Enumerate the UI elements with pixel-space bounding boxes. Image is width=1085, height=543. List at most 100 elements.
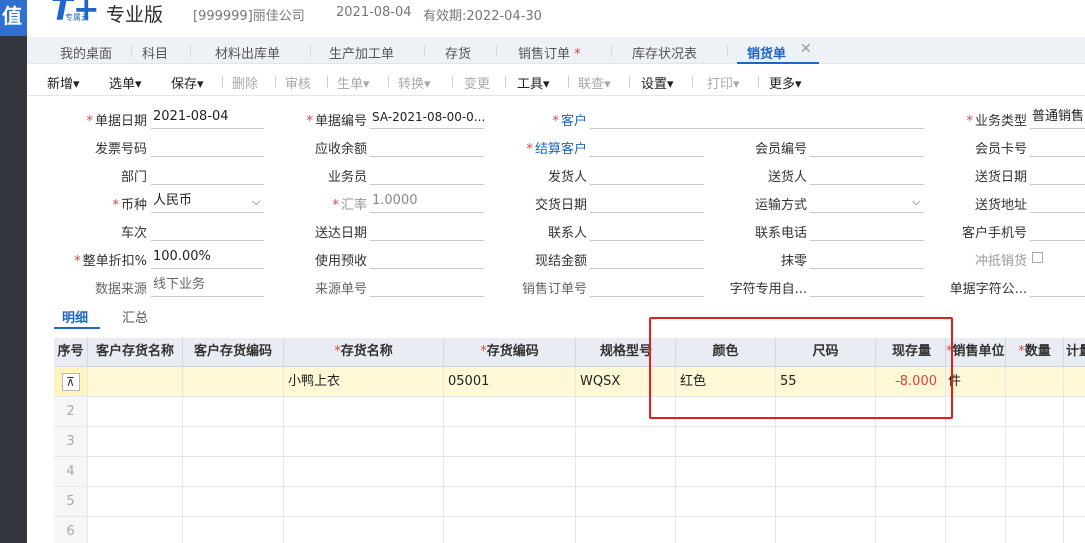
chevron-down-icon[interactable]: ⌵ [912,195,920,209]
table-cell[interactable] [284,517,444,543]
invoice-no-field[interactable] [151,135,264,157]
member-card-field[interactable] [1030,135,1085,157]
more-button[interactable]: 更多▾ [769,73,802,92]
table-cell[interactable] [776,397,876,427]
shipper-field[interactable] [590,163,704,185]
close-icon[interactable]: ✕ [800,41,812,57]
customer-label[interactable]: * 客户 [552,110,587,129]
biz-type-field[interactable]: 普通销售 [1030,107,1085,129]
table-cell[interactable] [183,517,284,543]
col-size[interactable]: 尺码 [776,338,876,367]
table-cell[interactable] [1006,487,1064,517]
dept-field[interactable] [151,163,264,185]
table-cell[interactable] [88,517,183,543]
table-cell[interactable] [776,517,876,543]
tab-inventory[interactable]: 存货 [445,43,471,62]
col-inv-code[interactable]: *存货编码 [444,338,576,367]
cell-calc[interactable] [1064,367,1085,397]
save-button[interactable]: 保存▾ [171,73,204,92]
col-sales-unit[interactable]: *销售单位 [946,338,1006,367]
tab-production[interactable]: 生产加工单 [329,43,394,62]
deliverer-field[interactable] [810,163,924,185]
cell-inv-code[interactable]: 05001 [444,367,576,397]
doc-date-field[interactable]: 2021-08-04 [151,107,264,129]
cell-cust-inv-name[interactable] [88,367,183,397]
table-cell[interactable] [946,457,1006,487]
table-cell[interactable] [444,457,576,487]
table-cell[interactable] [1006,457,1064,487]
tab-summary[interactable]: 汇总 [122,307,148,326]
table-cell[interactable] [676,487,776,517]
table-cell[interactable] [946,517,1006,543]
rate-field[interactable]: 1.0000 [370,191,484,213]
table-cell[interactable] [1064,487,1085,517]
table-cell[interactable] [946,427,1006,457]
generate-button[interactable]: 生单▾ [337,73,370,92]
customer-mobile-field[interactable] [1030,219,1085,241]
handover-date-field[interactable] [590,191,704,213]
delivery-date-field[interactable] [1030,163,1085,185]
table-cell[interactable] [576,517,676,543]
table-cell[interactable] [1006,427,1064,457]
table-cell[interactable] [444,427,576,457]
cell-cust-inv-code[interactable] [183,367,284,397]
table-cell[interactable] [444,517,576,543]
currency-select[interactable]: 人民币 [151,191,264,213]
table-cell[interactable] [776,487,876,517]
audit-button[interactable]: 审核 [285,73,311,92]
row-expand-icon[interactable]: ⊼ [61,372,80,391]
tab-desktop[interactable]: 我的桌面 [60,43,112,62]
contact-field[interactable] [590,219,704,241]
prepay-field[interactable] [370,247,484,269]
table-cell[interactable] [88,487,183,517]
table-cell[interactable] [776,427,876,457]
chevron-down-icon[interactable]: ⌵ [252,195,260,209]
tools-button[interactable]: 工具▾ [517,73,550,92]
cash-field[interactable] [590,247,704,269]
table-cell[interactable] [576,427,676,457]
settings-button[interactable]: 设置▾ [641,73,674,92]
table-cell[interactable] [876,427,946,457]
table-cell[interactable] [676,457,776,487]
col-inv-name[interactable]: *存货名称 [284,338,444,367]
col-spec[interactable]: 规格型号 [576,338,676,367]
doc-no-field[interactable]: SA-2021-08-00-0... [370,107,484,129]
col-calc[interactable]: 计量 [1064,338,1085,367]
tab-sales-order[interactable]: 销售订单 * [518,43,581,62]
tab-stock-status[interactable]: 库存状况表 [632,43,697,62]
convert-button[interactable]: 转换▾ [398,73,431,92]
settle-customer-field[interactable] [590,135,704,157]
table-cell[interactable] [676,427,776,457]
table-cell[interactable] [676,397,776,427]
table-cell[interactable] [776,457,876,487]
cell-sales-unit[interactable]: 件 [946,367,1006,397]
table-cell[interactable] [946,397,1006,427]
table-cell[interactable] [284,457,444,487]
salesman-field[interactable] [370,163,484,185]
customer-field[interactable] [590,107,924,129]
table-cell[interactable] [284,427,444,457]
table-cell[interactable] [946,487,1006,517]
table-cell[interactable] [1006,517,1064,543]
table-cell[interactable] [183,457,284,487]
new-button[interactable]: 新增▾ [47,73,80,92]
table-cell[interactable] [444,397,576,427]
rounding-field[interactable] [810,247,924,269]
table-cell[interactable] [183,427,284,457]
transport-select[interactable] [810,191,924,213]
cell-size[interactable]: 55 [776,367,876,397]
table-cell[interactable] [1006,397,1064,427]
table-cell[interactable] [576,397,676,427]
table-cell[interactable] [88,427,183,457]
table-cell[interactable] [876,487,946,517]
train-field[interactable] [151,219,264,241]
doc-char-field[interactable] [1030,275,1085,297]
delivery-address-field[interactable] [1030,191,1085,213]
table-cell[interactable] [284,397,444,427]
table-cell[interactable] [183,487,284,517]
col-cust-inv-code[interactable]: 客户存货编码 [183,338,284,367]
table-cell[interactable] [1064,397,1085,427]
tab-material-out[interactable]: 材料出库单 [215,43,280,62]
delete-button[interactable]: 删除 [232,73,258,92]
change-button[interactable]: 变更 [464,73,490,92]
